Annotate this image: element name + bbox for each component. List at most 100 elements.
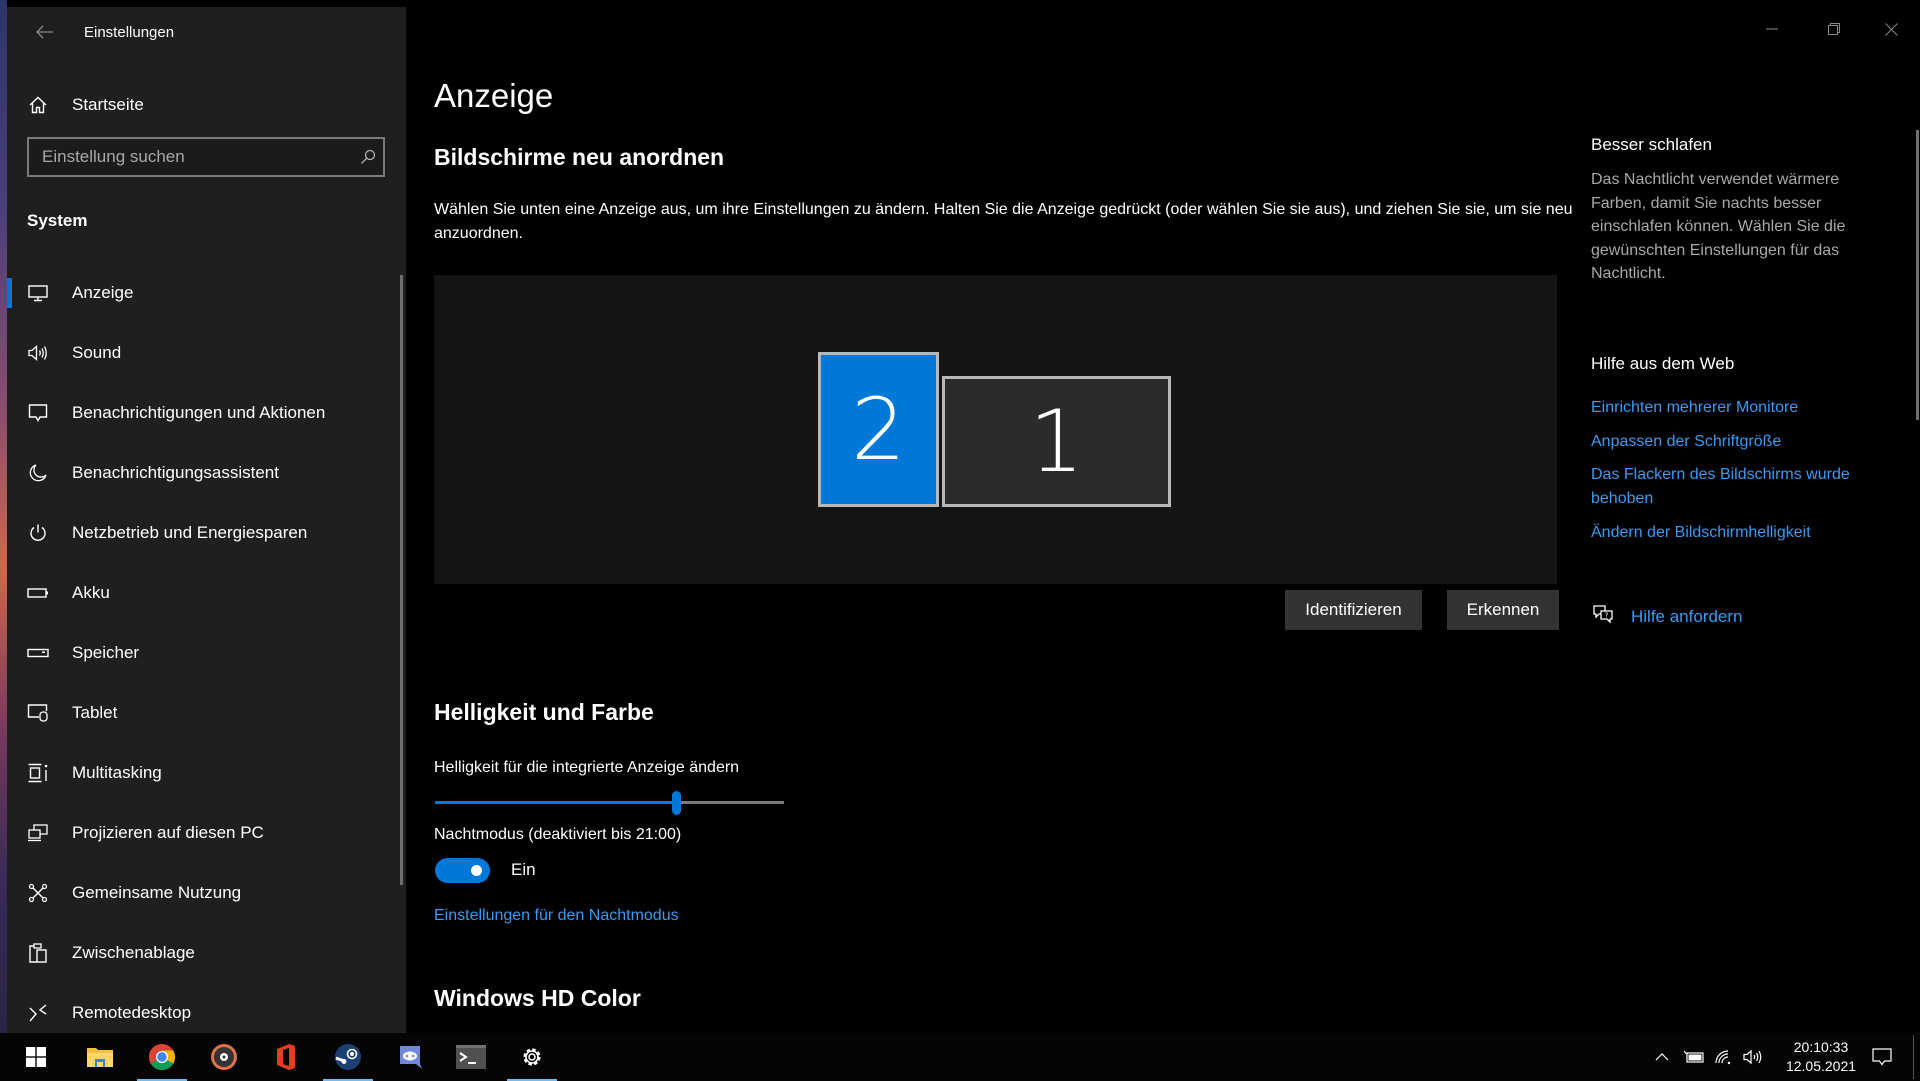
monitor-icon: [26, 284, 50, 302]
sidebar-item-label: Multitasking: [72, 763, 162, 782]
multitasking-icon: [26, 763, 50, 783]
night-mode-label: Nachtmodus (deaktiviert bis 21:00): [434, 826, 682, 843]
sidebar-item-power[interactable]: Netzbetrieb und Energiesparen: [7, 503, 406, 563]
detect-button[interactable]: Erkennen: [1447, 590, 1559, 630]
help-chat-icon: ?: [1591, 603, 1615, 630]
close-button[interactable]: [1861, 7, 1920, 51]
show-hidden-icons-button[interactable]: [1652, 1033, 1672, 1081]
battery-charging-icon: [1683, 1050, 1704, 1063]
search-icon[interactable]: [353, 149, 383, 165]
battery-tray[interactable]: [1682, 1033, 1706, 1081]
monitor-number: 2: [851, 379, 906, 480]
sidebar-item-anzeige[interactable]: Anzeige: [7, 263, 406, 323]
web-help-heading: Hilfe aus dem Web: [1591, 354, 1735, 373]
taskbar-settings[interactable]: [507, 1033, 557, 1081]
identify-button[interactable]: Identifizieren: [1285, 590, 1422, 630]
night-mode-settings-link[interactable]: Einstellungen für den Nachtmodus: [434, 907, 679, 925]
sidebar-item-multitasking[interactable]: Multitasking: [7, 743, 406, 803]
sidebar-item-project[interactable]: Projizieren auf diesen PC: [7, 803, 406, 863]
restore-button[interactable]: [1804, 7, 1864, 51]
back-button[interactable]: [25, 15, 65, 51]
slider-thumb[interactable]: [671, 791, 681, 815]
taskbar-clock[interactable]: 20:10:33 12.05.2021: [1776, 1038, 1866, 1076]
project-icon: [26, 823, 50, 843]
sidebar-item-storage[interactable]: Speicher: [7, 623, 406, 683]
close-icon: [1884, 22, 1898, 36]
taskbar-steam[interactable]: [323, 1033, 373, 1081]
tablet-icon: [26, 703, 50, 723]
toggle-knob: [471, 865, 482, 876]
sidebar-item-sound[interactable]: Sound: [7, 323, 406, 383]
monitor-1[interactable]: 1: [942, 376, 1171, 507]
remote-desktop-icon: [26, 1003, 50, 1023]
start-button[interactable]: [11, 1033, 61, 1081]
taskbar-groove-music[interactable]: [199, 1033, 249, 1081]
power-icon: [26, 523, 50, 543]
taskbar-discord[interactable]: [385, 1033, 435, 1081]
night-mode-state: Ein: [511, 860, 536, 879]
sidebar-item-shared[interactable]: Gemeinsame Nutzung: [7, 863, 406, 923]
minimize-icon: [1766, 28, 1778, 30]
sleep-heading: Besser schlafen: [1591, 135, 1712, 154]
discord-icon: [400, 1046, 422, 1069]
taskbar-office[interactable]: [261, 1033, 311, 1081]
sidebar-item-focus-assist[interactable]: Benachrichtigungsassistent: [7, 443, 406, 503]
back-arrow-icon: [36, 25, 53, 39]
arrange-heading: Bildschirme neu anordnen: [434, 144, 725, 170]
wifi-icon: [1715, 1050, 1731, 1065]
network-tray[interactable]: [1712, 1033, 1736, 1081]
sidebar-nav: Anzeige Sound Benachrichtigungen und Akt…: [7, 263, 406, 1043]
groove-music-icon: [211, 1044, 237, 1070]
notification-icon: [1872, 1048, 1892, 1066]
display-arrangement-area[interactable]: 2 1: [434, 275, 1557, 584]
hd-color-heading: Windows HD Color: [434, 985, 641, 1011]
help-link-brightness[interactable]: Ändern der Bildschirmhelligkeit: [1591, 521, 1881, 545]
notification-icon: [26, 403, 50, 423]
windows-logo-icon: [26, 1047, 46, 1067]
battery-icon: [26, 587, 50, 599]
sidebar-item-home[interactable]: Startseite: [7, 83, 406, 127]
office-icon: [277, 1044, 295, 1070]
steam-icon: [335, 1044, 361, 1070]
clock-date: 12.05.2021: [1785, 1058, 1857, 1074]
taskbar-terminal[interactable]: [446, 1033, 496, 1081]
brightness-slider[interactable]: [435, 791, 784, 815]
sidebar-item-label: Benachrichtigungsassistent: [72, 463, 279, 482]
minimize-button[interactable]: [1742, 7, 1802, 51]
sidebar-item-clipboard[interactable]: Zwischenablage: [7, 923, 406, 983]
volume-tray[interactable]: [1740, 1033, 1766, 1081]
night-mode-toggle[interactable]: [435, 858, 490, 883]
app-title: Einstellungen: [84, 24, 175, 41]
arrange-description: Wählen Sie unten eine Anzeige aus, um ih…: [434, 201, 1573, 242]
monitor-number: 1: [1029, 391, 1084, 492]
taskbar-chrome[interactable]: [137, 1033, 187, 1081]
taskbar: 20:10:33 12.05.2021: [0, 1033, 1920, 1081]
taskbar-file-explorer[interactable]: [75, 1033, 125, 1081]
get-help-link[interactable]: ? Hilfe anfordern: [1591, 603, 1743, 630]
slider-fill: [435, 801, 676, 804]
share-icon: [26, 883, 50, 903]
moon-icon: [26, 463, 50, 483]
main-scrollbar[interactable]: [1916, 130, 1919, 420]
sidebar-item-label: Tablet: [72, 703, 118, 722]
chevron-up-icon: [1655, 1053, 1669, 1061]
help-link-screen-flicker[interactable]: Das Flackern des Bildschirms wurde behob…: [1591, 463, 1881, 510]
help-link-font-size[interactable]: Anpassen der Schriftgröße: [1591, 430, 1881, 454]
sidebar-scrollbar[interactable]: [400, 275, 403, 885]
sidebar-item-label: Remotedesktop: [72, 1003, 192, 1022]
terminal-icon: [456, 1045, 486, 1069]
restore-icon: [1828, 23, 1840, 35]
svg-text:?: ?: [1605, 612, 1609, 620]
action-center-button[interactable]: [1864, 1033, 1900, 1081]
settings-search[interactable]: [27, 137, 385, 177]
search-input[interactable]: [29, 147, 353, 167]
sidebar-item-battery[interactable]: Akku: [7, 563, 406, 623]
sidebar-item-tablet[interactable]: Tablet: [7, 683, 406, 743]
settings-window: Einstellungen Startseite System Anzeige …: [7, 7, 1920, 1033]
show-desktop-button[interactable]: [1913, 1035, 1914, 1079]
sidebar-item-notifications[interactable]: Benachrichtigungen und Aktionen: [7, 383, 406, 443]
monitor-2[interactable]: 2: [818, 352, 939, 507]
sidebar: Einstellungen Startseite System Anzeige …: [7, 7, 406, 1033]
help-link-multiple-monitors[interactable]: Einrichten mehrerer Monitore: [1591, 396, 1881, 420]
sidebar-item-label: Sound: [72, 343, 122, 362]
